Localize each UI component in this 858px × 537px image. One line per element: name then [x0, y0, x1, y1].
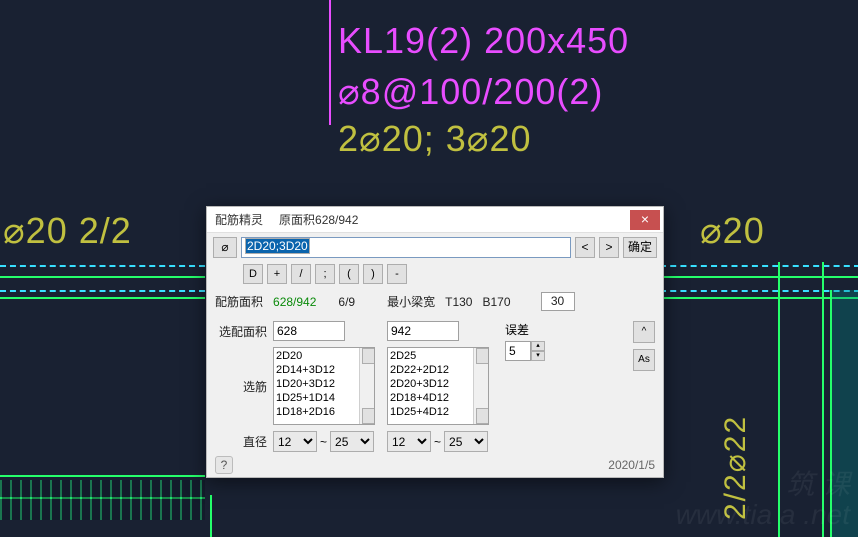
- list-item[interactable]: 2D20+3D12: [390, 377, 486, 391]
- page-indicator: 6/9: [338, 295, 355, 309]
- list-item[interactable]: 2D22+2D12: [390, 363, 486, 377]
- min-beam-label: 最小梁宽: [387, 293, 435, 310]
- pick-rebar-label: 选筋: [215, 378, 267, 395]
- scrollbar[interactable]: [359, 348, 374, 424]
- as-button[interactable]: As: [633, 349, 655, 371]
- prev-button[interactable]: <: [575, 237, 595, 258]
- collapse-button[interactable]: ^: [633, 321, 655, 343]
- right-column: 942 2D25 2D22+2D12 2D20+3D12 2D18+4D12 1…: [387, 321, 489, 452]
- rebar-list-2[interactable]: 2D25 2D22+2D12 2D20+3D12 2D18+4D12 1D25+…: [387, 347, 489, 425]
- dia-1a-select[interactable]: 12: [273, 431, 317, 452]
- tool-lparen[interactable]: (: [339, 264, 359, 284]
- summary-row: 配筋面积 628/942 6/9 最小梁宽 T130 B170 30: [207, 288, 663, 315]
- selection-area: 选配面积 628 选筋 2D20 2D14+3D12 1D20+3D12 1D2…: [207, 315, 663, 454]
- tool-D[interactable]: D: [243, 264, 263, 284]
- rebar-expression-input[interactable]: 2D20;3D20: [241, 237, 571, 258]
- beam-edge-line: [0, 297, 205, 299]
- slab-hatch: [0, 480, 205, 520]
- tool-slash[interactable]: /: [291, 264, 311, 284]
- dialog-subtitle: 原面积628/942: [279, 207, 358, 233]
- pick-area-label: 选配面积: [215, 323, 267, 340]
- tilde: ~: [434, 435, 441, 449]
- help-button[interactable]: ?: [215, 456, 233, 474]
- spinner-down-icon[interactable]: ▾: [531, 351, 545, 361]
- spinner-up-icon[interactable]: ▴: [531, 341, 545, 351]
- confirm-button[interactable]: 确定: [623, 237, 657, 258]
- tilde: ~: [320, 435, 327, 449]
- error-spinner[interactable]: 5 ▴ ▾: [505, 341, 545, 361]
- list-item[interactable]: 2D14+3D12: [276, 363, 372, 377]
- beam-label: KL19(2) 200x450: [338, 20, 629, 62]
- min-beam-T: T130: [445, 295, 472, 309]
- stirrup-label: ⌀8@100/200(2): [338, 71, 603, 113]
- area-value: 628/942: [273, 295, 316, 309]
- min-beam-B: B170: [482, 295, 510, 309]
- error-column: 误差 5 ▴ ▾: [505, 321, 545, 452]
- dia-1b-select[interactable]: 25: [330, 431, 374, 452]
- beam-edge-line: [660, 265, 858, 267]
- column-line: [210, 495, 212, 537]
- rebar-list-1[interactable]: 2D20 2D14+3D12 1D20+3D12 1D25+1D14 1D18+…: [273, 347, 375, 425]
- tool-rparen[interactable]: ): [363, 264, 383, 284]
- beam-edge-line: [660, 290, 858, 292]
- diameter-label: 直径: [215, 433, 267, 450]
- symbol-toolbar: D + / ; ( ) -: [207, 262, 663, 288]
- beam-edge-line: [660, 297, 858, 299]
- list-item[interactable]: 1D25+4D12: [390, 405, 486, 419]
- list-item[interactable]: 1D18+2D16: [276, 405, 372, 419]
- watermark: 筑 课 www.tia a .net: [550, 470, 850, 530]
- list-item[interactable]: 1D25+1D14: [276, 391, 372, 405]
- beam-edge-line: [0, 475, 205, 477]
- area-label: 配筋面积: [215, 293, 263, 310]
- dialog-titlebar[interactable]: 配筋精灵 原面积628/942 ×: [207, 207, 663, 233]
- watermark-line2: www.tia a .net: [550, 500, 850, 530]
- scrollbar[interactable]: [473, 348, 488, 424]
- footer-date: 2020/1/5: [608, 458, 655, 472]
- error-label: 误差: [505, 321, 529, 338]
- list-item[interactable]: 2D20: [276, 349, 372, 363]
- dia-2a-select[interactable]: 12: [387, 431, 431, 452]
- rebar-wizard-dialog: 配筋精灵 原面积628/942 × ⌀ 2D20;3D20 < > 确定 D +…: [206, 206, 664, 478]
- dia-2b-select[interactable]: 25: [444, 431, 488, 452]
- left-rebar-text: ⌀20 2/2: [3, 210, 132, 252]
- tool-semicolon[interactable]: ;: [315, 264, 335, 284]
- rebar-expression-value: 2D20;3D20: [245, 238, 310, 254]
- tool-minus[interactable]: -: [387, 264, 407, 284]
- next-button[interactable]: >: [599, 237, 619, 258]
- pick-area-2-input[interactable]: 942: [387, 321, 459, 341]
- phi-symbol-button[interactable]: ⌀: [213, 237, 237, 258]
- beam-edge-line: [660, 276, 858, 278]
- rebar-label: 2⌀20; 3⌀20: [338, 118, 531, 160]
- beam-edge-line: [0, 290, 205, 292]
- tool-plus[interactable]: +: [267, 264, 287, 284]
- beam-edge-line: [0, 276, 205, 278]
- dialog-title: 配筋精灵: [215, 207, 263, 233]
- list-item[interactable]: 2D18+4D12: [390, 391, 486, 405]
- close-button[interactable]: ×: [630, 210, 660, 230]
- left-column: 选配面积 628 选筋 2D20 2D14+3D12 1D20+3D12 1D2…: [215, 321, 375, 452]
- beam-edge-line: [0, 265, 205, 267]
- list-item[interactable]: 2D25: [390, 349, 486, 363]
- dialog-footer: ? 2020/1/5: [207, 453, 663, 477]
- min-beam-input[interactable]: 30: [541, 292, 575, 311]
- pick-area-1-input[interactable]: 628: [273, 321, 345, 341]
- error-value[interactable]: 5: [505, 341, 531, 361]
- right-rebar-text: ⌀20: [700, 210, 765, 252]
- leader-line: [329, 0, 331, 125]
- list-item[interactable]: 1D20+3D12: [276, 377, 372, 391]
- side-buttons: ^ As: [633, 321, 655, 452]
